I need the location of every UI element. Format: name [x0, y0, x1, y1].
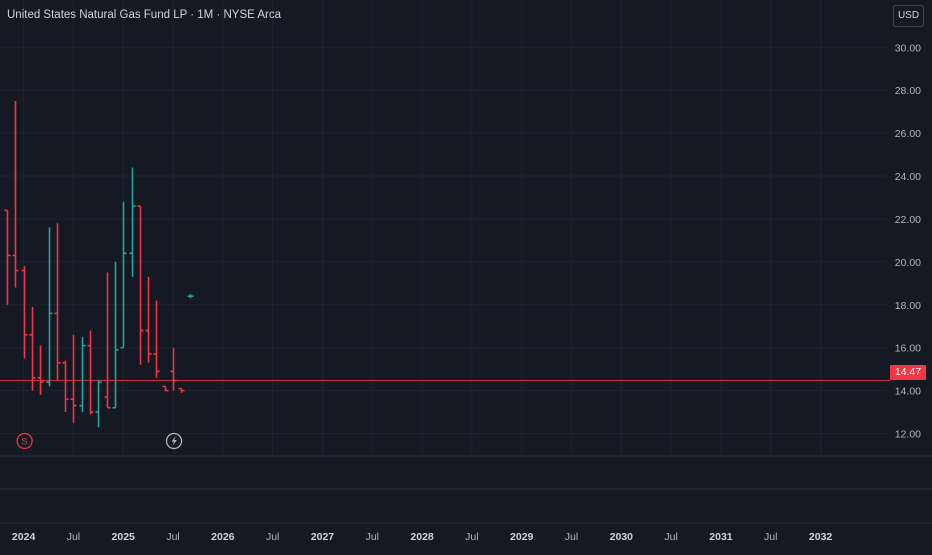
- ohlc-bar[interactable]: [4, 209, 11, 305]
- ohlc-bar[interactable]: [137, 205, 144, 365]
- time-axis-label: 2031: [709, 531, 733, 543]
- time-axis-label: 2028: [410, 531, 434, 543]
- time-axis-label: 2029: [510, 531, 534, 543]
- time-axis-label: 2032: [809, 531, 833, 543]
- time-axis-label: Jul: [764, 531, 777, 543]
- chart-svg[interactable]: S 12.00 14.00 16.00 18.00 20.00 22.00 24.00 26.…: [0, 0, 932, 550]
- ohlc-bar[interactable]: [95, 379, 102, 428]
- time-axis-label: Jul: [166, 531, 179, 543]
- price-axis-label: 22.00: [895, 214, 921, 226]
- time-axis-label: Jul: [67, 531, 80, 543]
- event-markers[interactable]: S: [16, 432, 183, 450]
- ohlc-bar[interactable]: [29, 306, 36, 391]
- chart-title: United States Natural Gas Fund LP · 1M ·…: [7, 9, 281, 21]
- time-axis-label: Jul: [366, 531, 379, 543]
- time-axis-label: 2024: [12, 531, 36, 543]
- time-axis[interactable]: 2024 Jul 2025 Jul 2026 Jul 2027 Jul 2028 Jul 2029 J…: [12, 531, 832, 543]
- ohlc-bar[interactable]: [87, 330, 94, 415]
- ohlc-bar[interactable]: [104, 272, 111, 409]
- time-axis-label: Jul: [664, 531, 677, 543]
- time-axis-label: 2025: [112, 531, 136, 543]
- currency-button[interactable]: USD: [893, 5, 924, 27]
- ohlc-bar[interactable]: [170, 347, 177, 391]
- price-axis-label: 24.00: [895, 171, 921, 183]
- ohlc-bar[interactable]: [129, 167, 136, 277]
- ohlc-bar[interactable]: [162, 385, 169, 392]
- time-axis-label: Jul: [565, 531, 578, 543]
- ohlc-bar[interactable]: [21, 266, 28, 359]
- ohlc-bar[interactable]: [120, 201, 127, 349]
- chart-area[interactable]: S 12.00 14.00 16.00 18.00 20.00 22.00 24.00 26.…: [0, 0, 932, 550]
- price-axis-label: 26.00: [895, 128, 921, 140]
- ohlc-bar[interactable]: [112, 261, 119, 409]
- ohlc-bar[interactable]: [79, 336, 86, 413]
- ohlc-bar[interactable]: [37, 345, 44, 395]
- price-axis-label: 28.00: [895, 85, 921, 97]
- time-axis-label: 2030: [610, 531, 634, 543]
- price-axis-label: 14.00: [895, 386, 921, 398]
- time-axis-label: 2026: [211, 531, 235, 543]
- ohlc-bars[interactable]: [4, 100, 194, 428]
- time-axis-label: Jul: [266, 531, 279, 543]
- price-axis[interactable]: 12.00 14.00 16.00 18.00 20.00 22.00 24.00 26.00…: [895, 42, 921, 440]
- price-axis-label: 16.00: [895, 343, 921, 355]
- last-price-badge: 14.47: [890, 365, 926, 380]
- ohlc-bar[interactable]: [46, 227, 53, 387]
- price-axis-label: 18.00: [895, 300, 921, 312]
- earnings-marker[interactable]: [165, 432, 183, 450]
- ohlc-bar[interactable]: [54, 223, 61, 380]
- ohlc-bar[interactable]: [145, 276, 152, 363]
- time-axis-label: Jul: [465, 531, 478, 543]
- ohlc-bar[interactable]: [12, 100, 19, 288]
- price-axis-label: 20.00: [895, 257, 921, 269]
- price-axis-label: 12.00: [895, 429, 921, 441]
- price-axis-label: 30.00: [895, 42, 921, 54]
- split-marker[interactable]: S: [16, 432, 33, 450]
- time-axis-label: 2027: [311, 531, 335, 543]
- split-letter-icon: S: [21, 437, 27, 448]
- ohlc-bar[interactable]: [187, 294, 194, 299]
- ohlc-bar[interactable]: [153, 300, 160, 378]
- ohlc-bar[interactable]: [62, 360, 69, 413]
